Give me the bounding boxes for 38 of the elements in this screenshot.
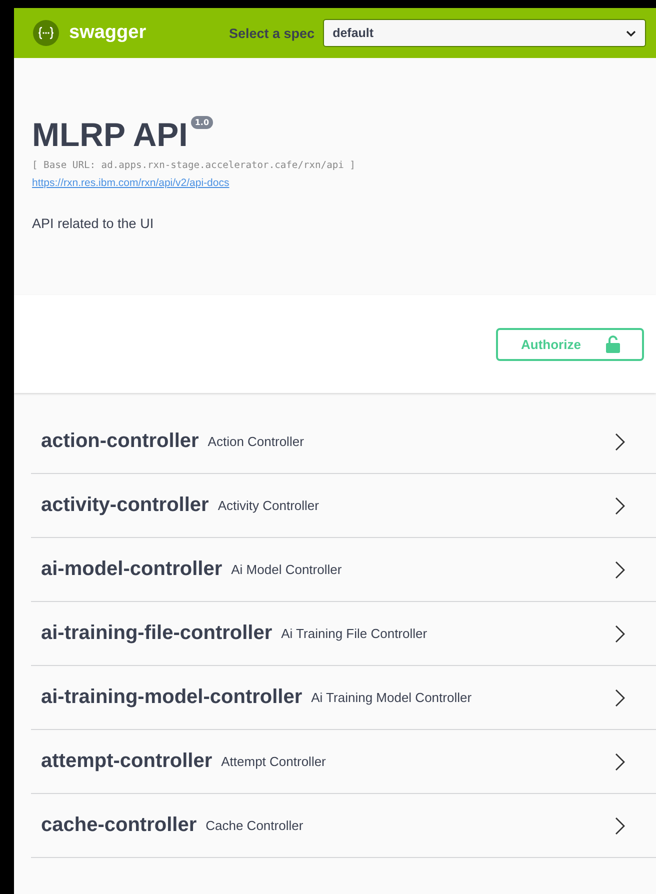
controller-description: Cache Controller bbox=[206, 818, 304, 833]
chevron-icon bbox=[614, 432, 626, 452]
controller-section[interactable]: ai-model-controller Ai Model Controller bbox=[31, 538, 656, 602]
controller-section[interactable]: activity-controller Activity Controller bbox=[31, 474, 656, 538]
chevron-icon bbox=[614, 496, 626, 516]
controller-description: Action Controller bbox=[208, 434, 305, 449]
chevron-icon bbox=[614, 560, 626, 580]
controller-description: Ai Model Controller bbox=[231, 562, 343, 577]
controller-section[interactable]: ai-training-file-controller Ai Training File Controller bbox=[31, 602, 656, 666]
controller-description: Ai Training File Controller bbox=[281, 626, 428, 641]
controller-name: cache-controller bbox=[41, 814, 197, 837]
controller-name: ai-model-controller bbox=[41, 558, 222, 581]
brand-name: swagger bbox=[69, 22, 146, 44]
spec-label: Select a spec bbox=[229, 26, 315, 40]
controller-description: Attempt Controller bbox=[221, 754, 327, 769]
controller-name: action-controller bbox=[41, 430, 199, 453]
controller-name: activity-controller bbox=[41, 494, 209, 517]
logo-icon bbox=[33, 20, 59, 46]
controller-section[interactable]: action-controller Action Controller bbox=[31, 410, 656, 474]
controller-section[interactable]: attempt-controller Attempt Controller bbox=[31, 730, 656, 794]
controller-name: ai-training-model-controller bbox=[41, 686, 302, 709]
api-description: API related to the UI bbox=[32, 216, 155, 231]
chevron-icon bbox=[614, 752, 626, 772]
controller-name: attempt-controller bbox=[41, 750, 212, 773]
api-title: MLRP API bbox=[32, 116, 188, 154]
controller-section[interactable]: cache-controller Cache Controller bbox=[31, 794, 656, 858]
version-badge: 1.0 bbox=[190, 116, 214, 129]
caret-icon bbox=[626, 30, 636, 36]
controller-description: Ai Training Model Controller bbox=[311, 690, 473, 705]
chevron-icon bbox=[614, 816, 626, 836]
controller-name: ai-training-file-controller bbox=[41, 622, 272, 645]
chevron-icon bbox=[614, 624, 626, 644]
controller-description: Activity Controller bbox=[218, 498, 320, 513]
controller-section[interactable]: ai-training-model-controller Ai Training Model Controller bbox=[31, 666, 656, 730]
lock-icon bbox=[606, 335, 620, 353]
base-url: [ Base URL: ad.apps.rxn-stage.accelerator.cafe/rxn/api ] bbox=[32, 160, 356, 171]
spec-select[interactable]: default bbox=[322, 19, 646, 47]
chevron-icon bbox=[614, 688, 626, 708]
